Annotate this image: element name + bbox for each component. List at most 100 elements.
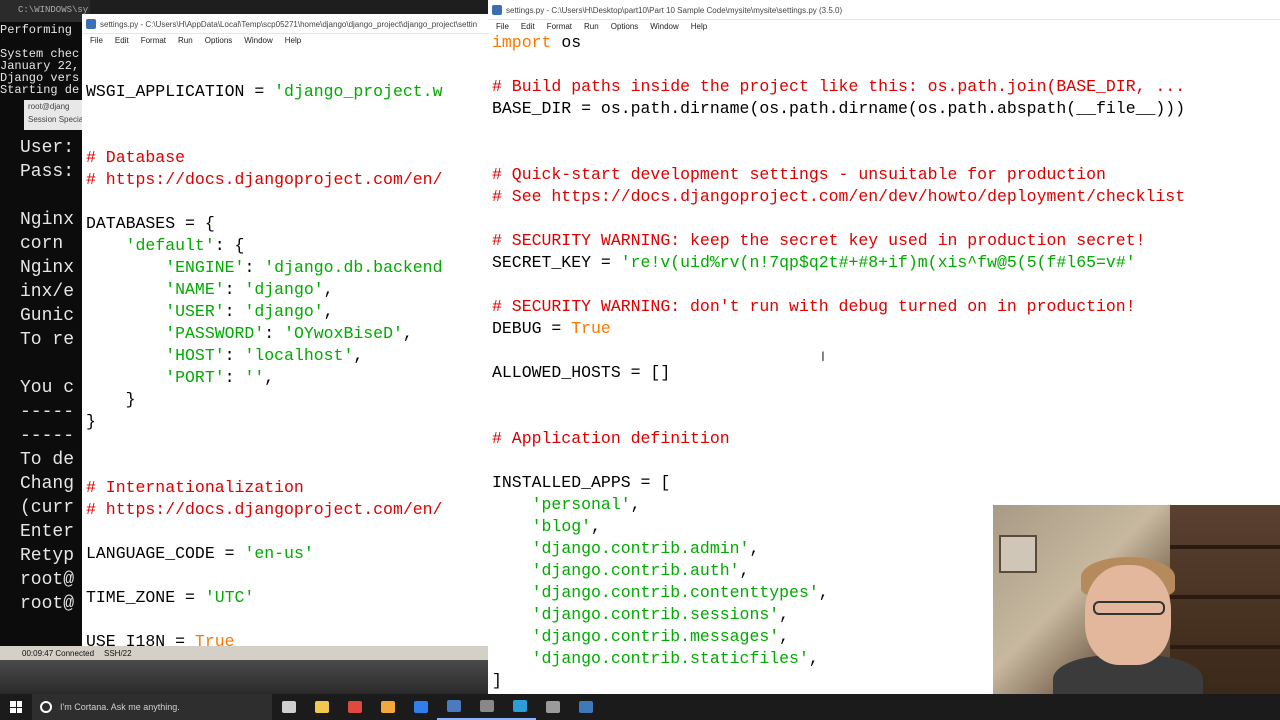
ssh-line: Chang [20, 474, 75, 494]
code-token: , [353, 346, 364, 365]
code-token: 'django' [244, 302, 324, 321]
putty-icon[interactable] [503, 694, 536, 720]
code-token: 'UTC' [204, 588, 255, 607]
idle-icon[interactable] [437, 694, 470, 720]
code-token: # https://docs.djangoproject.com/en/ [86, 170, 443, 189]
putty-session-tab[interactable]: Session Specia [24, 113, 84, 126]
code-line: DEBUG = True [492, 318, 1280, 340]
ssh-line: Nginx [20, 210, 75, 230]
code-token: 'django.contrib.sessions' [531, 605, 780, 624]
code-token: 'USER' [165, 302, 225, 321]
code-token: : [224, 302, 245, 321]
idle-icon-glyph [446, 700, 461, 712]
code-token: , [818, 583, 829, 602]
code-editor[interactable]: WSGI_APPLICATION = 'django_project.w # D… [82, 81, 488, 646]
code-token: , [749, 539, 760, 558]
browser-icon-glyph [413, 701, 428, 713]
code-token: INSTALLED_APPS = [ [492, 473, 671, 492]
menu-item-window[interactable]: Window [244, 36, 272, 49]
code-token: ALLOWED_HOSTS = [] [492, 363, 671, 382]
connection-protocol: SSH/22 [104, 649, 132, 658]
code-line: DATABASES = { [86, 213, 488, 235]
python-icon[interactable] [569, 694, 602, 720]
menu-item-run[interactable]: Run [178, 36, 193, 49]
start-button[interactable] [0, 694, 32, 720]
putty-icon-glyph [512, 700, 527, 712]
code-token: LANGUAGE_CODE = [86, 544, 245, 563]
terminal-output: Performing System chec January 22, Django … [0, 24, 79, 96]
menu-bar: File Edit Format Run Options Window Help [82, 34, 488, 49]
code-token: import [492, 33, 552, 52]
code-token: True [571, 319, 611, 338]
text-cursor-icon: I [821, 348, 825, 364]
media-player-icon[interactable] [371, 694, 404, 720]
code-token: # Database [86, 148, 186, 167]
code-token: : { [214, 236, 245, 255]
code-line: WSGI_APPLICATION = 'django_project.w [86, 81, 488, 103]
python-icon-glyph [578, 701, 593, 713]
code-token: 'personal' [531, 495, 631, 514]
code-line: # Application definition [492, 428, 1280, 450]
putty-config-strip[interactable]: root@djang Session Specia [24, 100, 84, 130]
code-line: USE_I18N = True [86, 631, 488, 646]
code-token: BASE_DIR = os.path.dirname(os.path.dirna… [492, 99, 1186, 118]
code-token: } [86, 390, 136, 409]
browser-icon[interactable] [404, 694, 437, 720]
idle-editor-server-settings[interactable]: settings.py - C:\Users\H\AppData\Local\T… [82, 14, 488, 646]
file-explorer-icon[interactable] [305, 694, 338, 720]
cortana-search-box[interactable]: I'm Cortana. Ask me anything. [32, 694, 272, 720]
code-line: INSTALLED_APPS = [ [492, 472, 1280, 494]
menu-item-file[interactable]: File [90, 36, 103, 49]
code-line: # https://docs.djangoproject.com/en/ [86, 499, 488, 521]
code-token: 'django.contrib.auth' [531, 561, 740, 580]
ssh-line: Retyp [20, 546, 75, 566]
background-terminal[interactable]: C:\WINDOWS\sy Performing System chec Janu… [0, 0, 90, 660]
terminal-icon-glyph [479, 700, 494, 712]
code-line: 'USER': 'django', [86, 301, 488, 323]
chrome-icon[interactable] [338, 694, 371, 720]
terminal-icon[interactable] [470, 694, 503, 720]
menu-item-edit[interactable]: Edit [115, 36, 129, 49]
code-token: # Quick-start development settings - uns… [492, 165, 1106, 184]
code-token: 'NAME' [165, 280, 225, 299]
code-token: 'django.contrib.messages' [531, 627, 780, 646]
code-token: 'OYwoxBiseD' [284, 324, 403, 343]
ssh-line: Enter [20, 522, 75, 542]
code-line: } [86, 411, 488, 433]
code-token: : [224, 346, 245, 365]
code-token: 'PORT' [165, 368, 225, 387]
code-token: # SECURITY WARNING: don't run with debug… [492, 297, 1136, 316]
task-view-icon[interactable] [272, 694, 305, 720]
code-token: 'ENGINE' [165, 258, 245, 277]
menu-item-format[interactable]: Format [141, 36, 166, 49]
menu-item-help[interactable]: Help [285, 36, 301, 49]
cortana-placeholder: I'm Cortana. Ask me anything. [60, 702, 180, 712]
code-token: : [224, 368, 245, 387]
person-head [1085, 565, 1171, 665]
file-explorer-icon-glyph [314, 701, 329, 713]
code-line: SECRET_KEY = 're!v(uid%rv(n!7qp$q2t#+#8+… [492, 252, 1280, 274]
window-title-bar[interactable]: settings.py - C:\Users\H\AppData\Local\T… [82, 14, 488, 34]
code-token: # Build paths inside the project like th… [492, 77, 1186, 96]
ssh-line: root@ [20, 570, 75, 590]
media-player-icon-glyph [380, 701, 395, 713]
menu-item-options[interactable]: Options [205, 36, 233, 49]
code-token: 'PASSWORD' [165, 324, 265, 343]
code-line: # SECURITY WARNING: don't run with debug… [492, 296, 1280, 318]
code-token: 'default' [125, 236, 215, 255]
window-title-bar[interactable]: settings.py - C:\Users\H\Desktop\part10\… [488, 0, 1280, 20]
network-icon[interactable] [536, 694, 569, 720]
